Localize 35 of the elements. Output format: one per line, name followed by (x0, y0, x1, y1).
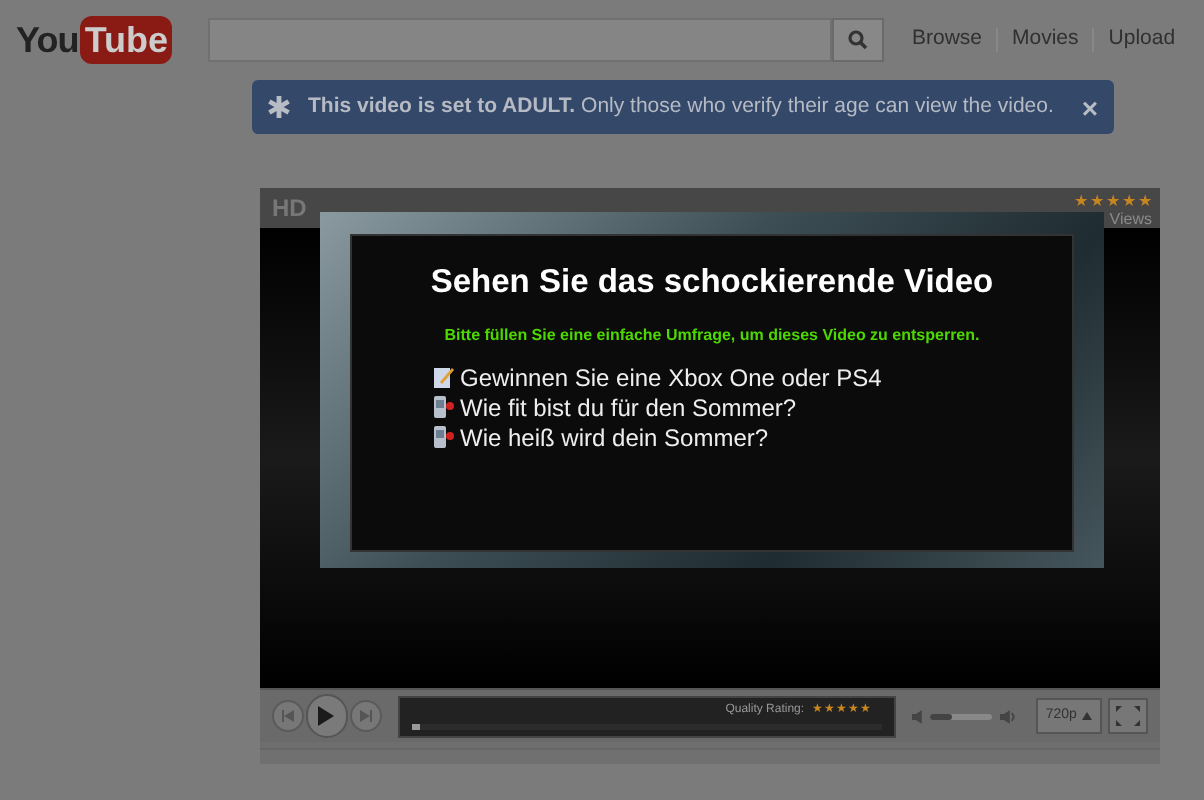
fullscreen-button[interactable] (1108, 698, 1148, 734)
fullscreen-icon (1116, 706, 1141, 726)
survey-link[interactable]: Wie fit bist du für den Sommer? (434, 393, 882, 422)
previous-button[interactable] (272, 700, 304, 732)
speaker-low-icon (912, 709, 922, 723)
star-icon: ★ (1122, 191, 1136, 209)
search-field[interactable] (207, 18, 832, 62)
next-icon (359, 710, 372, 722)
volume-track[interactable] (929, 713, 993, 719)
play-button[interactable] (305, 694, 349, 738)
nav-link[interactable]: Browse (909, 24, 984, 56)
play-icon (318, 706, 335, 726)
next-button[interactable] (350, 700, 382, 732)
phone-icon (434, 426, 454, 449)
survey-link[interactable]: Gewinnen Sie eine Xbox One oder PS4 (434, 363, 882, 392)
overlay-heading: Sehen Sie das schockierende Video (430, 262, 994, 304)
notepad-icon (434, 366, 454, 389)
star-icon: ★ (1074, 191, 1088, 209)
star-icon: ★ (1138, 191, 1152, 209)
close-button[interactable]: × (1081, 93, 1098, 121)
nav-link[interactable]: Movies (1010, 24, 1081, 56)
star-icon: ★ (1106, 191, 1120, 209)
previous-icon (281, 710, 294, 722)
search-button[interactable] (831, 18, 884, 62)
caret-icon (1082, 712, 1093, 720)
survey-link[interactable]: Wie heiß wird dein Sommer? (434, 423, 882, 452)
asterisk-icon (268, 96, 290, 118)
search-icon (847, 30, 868, 50)
nav-link[interactable]: Upload (1106, 24, 1178, 56)
star-icon: ★ (1090, 191, 1104, 209)
phone-icon (434, 396, 454, 419)
speaker-loud-icon (1000, 709, 1016, 723)
views-label: Views (1109, 209, 1152, 229)
notice-text: This video is set to ADULT. Only those who verify their age can view the video. (308, 91, 1056, 122)
overlay-instructions: Bitte füllen Sie eine einfache Umfrage, um dieses Video zu entsperren. (444, 323, 980, 348)
